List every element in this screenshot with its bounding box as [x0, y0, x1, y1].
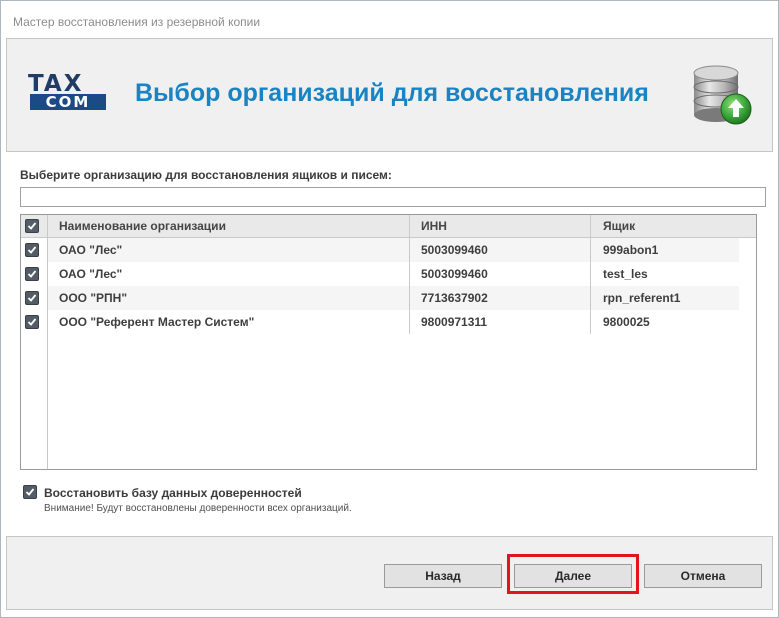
checkmark-icon [27, 270, 37, 278]
column-divider [409, 238, 410, 334]
row-checkbox[interactable] [25, 291, 39, 305]
next-button[interactable]: Далее [514, 564, 632, 588]
checkmark-icon [25, 488, 35, 496]
table-row[interactable]: ООО "Референт Мастер Систем" 9800971311 … [21, 310, 739, 334]
org-name-cell: ООО "РПН" [59, 291, 128, 305]
organizations-grid: Наименование организации ИНН Ящик ОАО "Л… [20, 214, 757, 470]
back-button[interactable]: Назад [384, 564, 502, 588]
wizard-window: Мастер восстановления из резервной копии… [0, 0, 779, 618]
taxcom-logo: TAX COM [28, 71, 106, 111]
org-inn-cell: 9800971311 [421, 315, 488, 329]
row-checkbox[interactable] [25, 267, 39, 281]
org-name-cell: ООО "Референт Мастер Систем" [59, 315, 255, 329]
title-bar: Мастер восстановления из резервной копии [1, 1, 778, 37]
column-divider[interactable] [409, 215, 410, 237]
org-box-cell: test_les [603, 267, 648, 281]
checkmark-icon [27, 246, 37, 254]
footer-panel: Назад Далее Отмена [6, 536, 773, 610]
header-panel: TAX COM Выбор организаций для восстановл… [6, 38, 773, 152]
org-name-cell: ОАО "Лес" [59, 267, 123, 281]
org-box-cell: rpn_referent1 [603, 291, 681, 305]
table-row[interactable]: ОАО "Лес" 5003099460 999abon1 [21, 238, 739, 262]
database-restore-icon [693, 65, 752, 125]
org-name-cell: ОАО "Лес" [59, 243, 123, 257]
restore-db-checkbox[interactable] [23, 485, 37, 499]
restore-db-label[interactable]: Восстановить базу данных доверенностей [44, 486, 302, 500]
cancel-button[interactable]: Отмена [644, 564, 762, 588]
logo-text-top: TAX [28, 71, 84, 97]
select-org-prompt: Выберите организацию для восстановления … [20, 168, 392, 182]
checkmark-icon [27, 294, 37, 302]
column-divider[interactable] [590, 215, 591, 237]
org-inn-cell: 5003099460 [421, 267, 488, 281]
column-divider [590, 238, 591, 334]
window-title: Мастер восстановления из резервной копии [13, 15, 261, 29]
org-box-cell: 9800025 [603, 315, 650, 329]
org-inn-cell: 5003099460 [421, 243, 488, 257]
checkmark-icon [27, 222, 37, 230]
org-inn-cell: 7713637902 [421, 291, 488, 305]
select-all-checkbox[interactable] [25, 219, 39, 233]
row-checkbox[interactable] [25, 243, 39, 257]
content-area: Выберите организацию для восстановления … [1, 152, 778, 532]
org-filter-input[interactable] [20, 187, 766, 207]
column-header-name[interactable]: Наименование организации [59, 219, 226, 233]
logo-text-bottom: COM [30, 94, 106, 110]
checkmark-icon [27, 318, 37, 326]
table-row[interactable]: ООО "РПН" 7713637902 rpn_referent1 [21, 286, 739, 310]
column-header-inn[interactable]: ИНН [421, 219, 447, 233]
page-title: Выбор организаций для восстановления [135, 79, 649, 107]
table-row[interactable]: ОАО "Лес" 5003099460 test_les [21, 262, 739, 286]
grid-header: Наименование организации ИНН Ящик [21, 215, 756, 469]
org-box-cell: 999abon1 [603, 243, 659, 257]
restore-db-warning: Внимание! Будут восстановлены довереннос… [44, 503, 352, 514]
row-checkbox[interactable] [25, 315, 39, 329]
column-header-box[interactable]: Ящик [603, 219, 635, 233]
